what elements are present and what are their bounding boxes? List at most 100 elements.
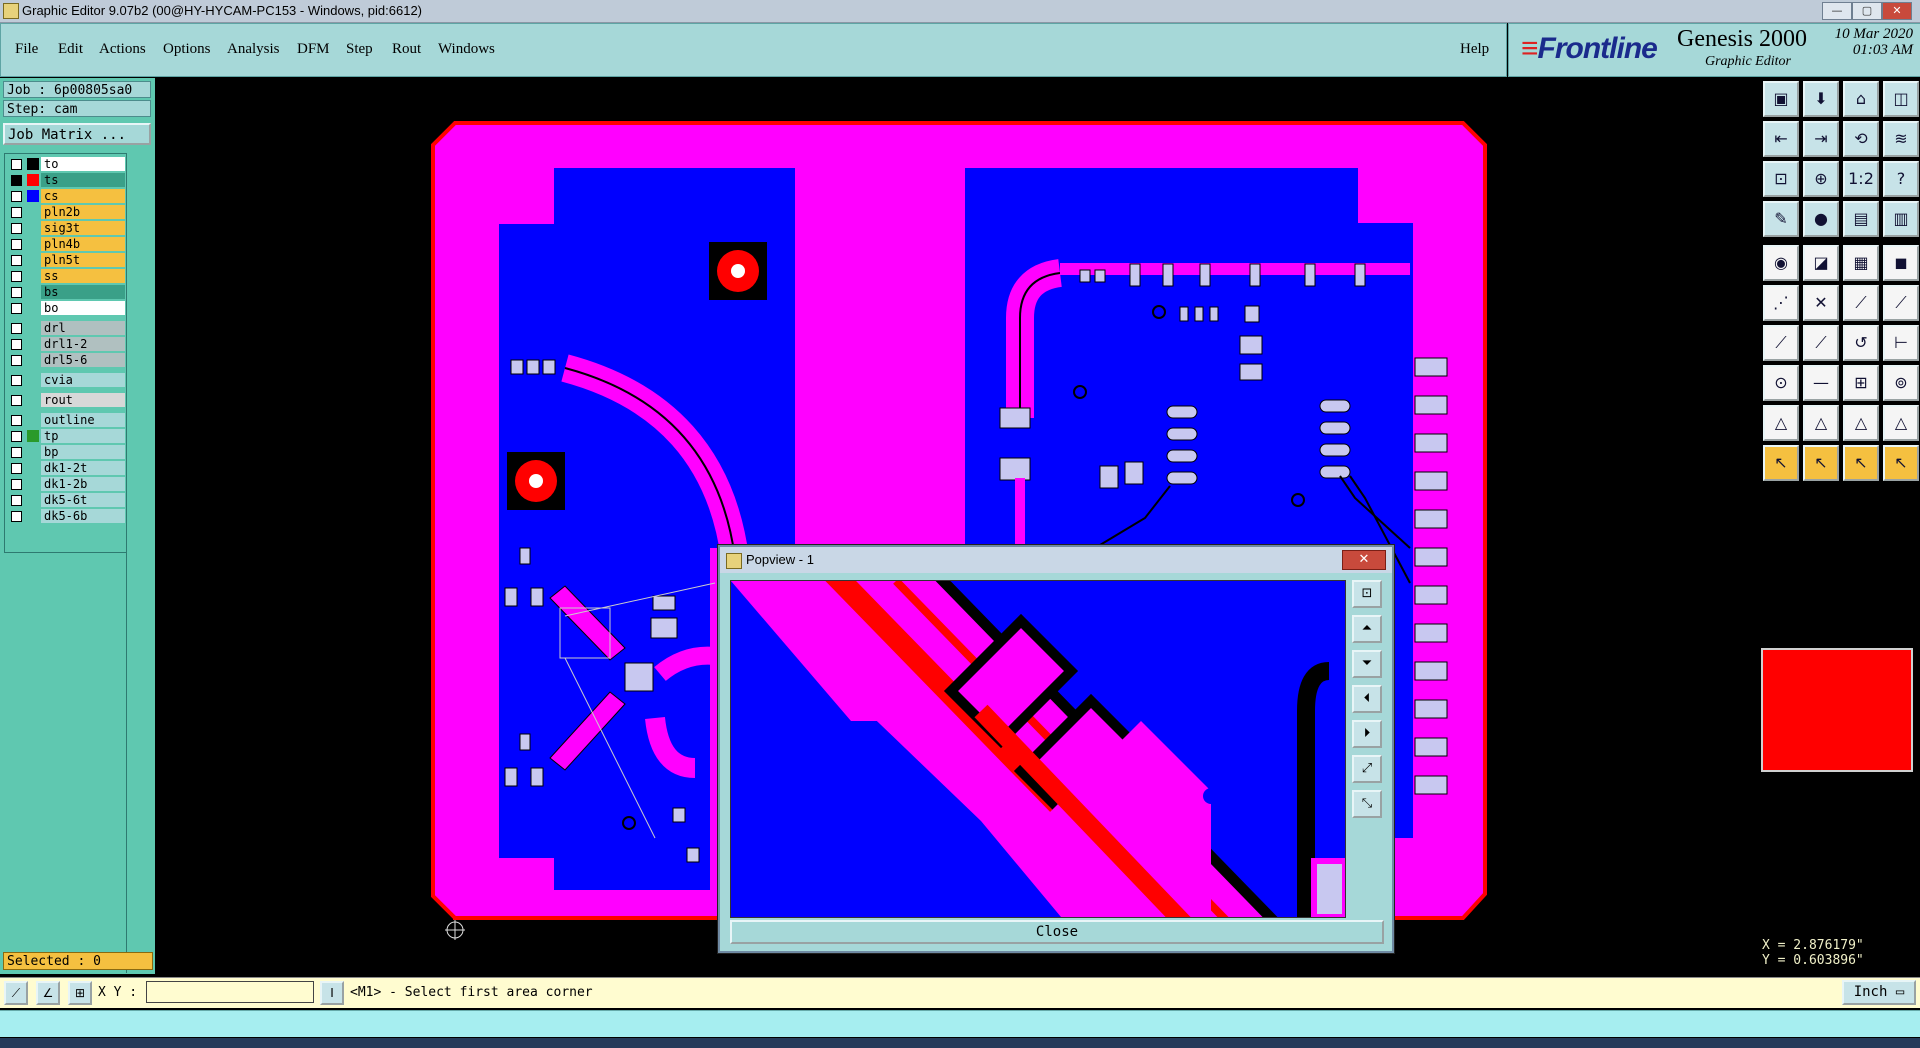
pointer-icon[interactable]: ↖ [1763,445,1799,481]
layer-name[interactable]: ss [41,269,125,283]
popview-close-x-button[interactable]: ✕ [1342,550,1386,570]
layer-row[interactable]: cs [5,189,125,203]
layer-row[interactable]: dk5-6t [5,493,125,507]
undo-icon[interactable]: ⟲ [1843,121,1879,157]
popview-title-bar[interactable]: Popview - 1 ✕ [720,547,1392,573]
layer-name[interactable]: tp [41,429,125,443]
menu-step[interactable]: Step [346,41,373,58]
home-icon[interactable]: ⌂ [1843,81,1879,117]
layer-checkbox[interactable] [11,463,22,474]
scale-icon[interactable]: 1:2 [1843,161,1879,197]
layer-name[interactable]: sig3t [41,221,125,235]
pad-icon[interactable]: ⊙ [1763,365,1799,401]
layer-name[interactable]: to [41,157,125,171]
dash-icon[interactable]: — [1803,365,1839,401]
layer-name[interactable]: pln5t [41,253,125,267]
triangle-icon[interactable]: △ [1763,405,1799,441]
layer-checkbox[interactable] [11,239,22,250]
popview-zoom-out-icon[interactable]: ⤡ [1352,790,1382,818]
layer-checkbox[interactable] [11,339,22,350]
layer-name[interactable]: drl5-6 [41,353,125,367]
menu-file[interactable]: File [15,41,38,58]
grid-snap-icon[interactable]: ⊞ [68,981,92,1005]
layer-name[interactable]: drl1-2 [41,337,125,351]
menu-options[interactable]: Options [163,41,211,58]
pointer-select-icon[interactable]: ↖ [1803,445,1839,481]
job-matrix-button[interactable]: Job Matrix ... [3,123,151,145]
menu-dfm[interactable]: DFM [297,41,330,58]
edit-icon[interactable]: ✎ [1763,201,1799,237]
cluster-icon[interactable]: ⊚ [1883,365,1919,401]
layer-row[interactable]: to [5,157,125,171]
layer-name[interactable]: cs [41,189,125,203]
layer-row[interactable]: tp [5,429,125,443]
layer-checkbox[interactable] [11,395,22,406]
angle-icon[interactable]: ◪ [1803,245,1839,281]
layer-name[interactable]: ts [41,173,125,187]
window-close-button[interactable]: ✕ [1882,2,1912,20]
popview-pan-down-icon[interactable]: ⏷ [1352,650,1382,678]
angle-mode-icon[interactable]: ∠ [36,981,60,1005]
layer-row[interactable]: bp [5,445,125,459]
layer-checkbox[interactable] [11,511,22,522]
layer-name[interactable]: pln2b [41,205,125,219]
layer-checkbox[interactable] [11,255,22,266]
triangle-alt-icon[interactable]: △ [1803,405,1839,441]
layer-row[interactable]: bo [5,301,125,315]
popview-zoom-in-icon[interactable]: ⤢ [1352,755,1382,783]
draw-line-icon[interactable]: ⟋ [1763,325,1799,361]
layer-row[interactable]: pln2b [5,205,125,219]
layer-checkbox[interactable] [11,159,22,170]
snap-icon[interactable]: ◉ [1763,245,1799,281]
layer-name[interactable]: bs [41,285,125,299]
pointer-zoom-icon[interactable]: ↖ [1843,445,1879,481]
layer-row[interactable]: outline [5,413,125,427]
prev-icon[interactable]: ⇤ [1763,121,1799,157]
layer-checkbox[interactable] [11,415,22,426]
grid-alt-icon[interactable]: ▥ [1883,201,1919,237]
layer-name[interactable]: outline [41,413,125,427]
layer-name[interactable]: drl [41,321,125,335]
menu-actions[interactable]: Actions [99,41,146,58]
layer-name[interactable]: bo [41,301,125,315]
layer-name[interactable]: pln4b [41,237,125,251]
layer-row[interactable]: drl [5,321,125,335]
record-icon[interactable]: ● [1803,201,1839,237]
popview-close-button[interactable]: Close [730,920,1384,944]
layer-row[interactable]: dk1-2t [5,461,125,475]
layer-row[interactable]: cvia [5,373,125,387]
layer-scroll-area[interactable] [126,153,153,973]
redo-icon[interactable]: ≋ [1883,121,1919,157]
connect-icon[interactable]: ⋰ [1763,285,1799,321]
pointer-move-icon[interactable]: ↖ [1883,445,1919,481]
menu-help[interactable]: Help [1460,41,1489,58]
unit-selector[interactable]: Inch ▭ [1842,980,1916,1005]
layout-icon[interactable]: ◫ [1883,81,1919,117]
help-icon[interactable]: ? [1883,161,1919,197]
open-icon[interactable]: ▣ [1763,81,1799,117]
layer-checkbox[interactable] [11,223,22,234]
popview-canvas[interactable] [730,580,1346,918]
popview-pan-up-icon[interactable]: ⏶ [1352,615,1382,643]
layer-name[interactable]: dk1-2t [41,461,125,475]
layer-row[interactable]: dk5-6b [5,509,125,523]
fill-icon[interactable]: ◼ [1883,245,1919,281]
xy-input[interactable] [146,981,314,1003]
text-cursor-icon[interactable]: I [320,981,344,1005]
layer-name[interactable]: cvia [41,373,125,387]
layer-checkbox[interactable] [11,287,22,298]
ruler-icon[interactable]: ▦ [1843,245,1879,281]
layer-checkbox[interactable] [11,175,22,186]
split-icon[interactable]: ⊢ [1883,325,1919,361]
layer-name[interactable]: dk5-6t [41,493,125,507]
triangle-outline-icon[interactable]: △ [1883,405,1919,441]
layer-checkbox[interactable] [11,271,22,282]
layer-checkbox[interactable] [11,447,22,458]
popview-pan-left-icon[interactable]: ⏴ [1352,685,1382,713]
layer-checkbox[interactable] [11,495,22,506]
menu-analysis[interactable]: Analysis [227,41,280,58]
save-icon[interactable]: ⬇ [1803,81,1839,117]
triangle-fill-icon[interactable]: △ [1843,405,1879,441]
line-icon[interactable]: ⟋ [1843,285,1879,321]
layer-row[interactable]: drl5-6 [5,353,125,367]
